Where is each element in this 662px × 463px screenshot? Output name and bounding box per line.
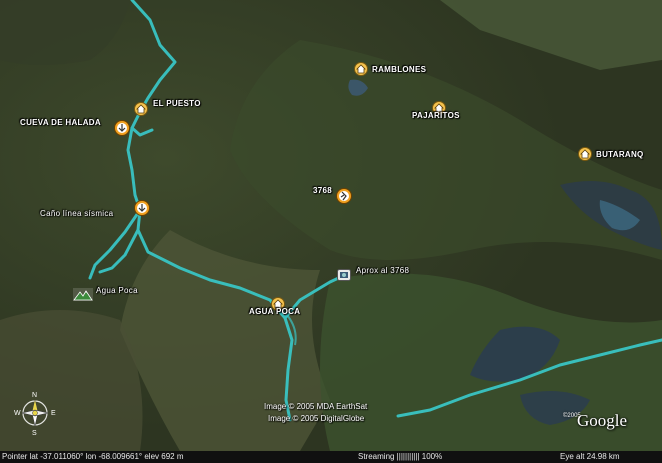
google-logo: Google [577,411,628,430]
place-label: CUEVA DE HALADA [20,118,101,127]
place-label: AGUA POCA [249,307,301,316]
house-icon[interactable] [134,102,148,116]
place-label: BUTARANQ [596,150,644,159]
place-label: 3768 [313,186,332,195]
hiker-icon[interactable] [336,188,352,204]
status-bar: Pointer lat -37.011060° lon -68.009661° … [0,451,662,463]
pointer-readout: Pointer lat -37.011060° lon -68.009661° … [2,452,184,461]
place-label: Aprox al 3768 [356,266,410,275]
house-icon[interactable] [354,62,368,76]
compass-icon[interactable]: N S E W [14,388,60,436]
arrow-down-circle-icon[interactable] [134,200,150,216]
arrow-down-circle-icon[interactable] [114,120,130,136]
compass-s: S [32,430,37,436]
place-label: Agua Poca [96,286,138,295]
compass-n: N [32,392,37,399]
place-label: PAJARITOS [412,111,460,120]
place-label: EL PUESTO [153,99,201,108]
camera-icon[interactable] [337,269,351,281]
compass-w: W [14,410,21,417]
mountain-icon[interactable] [73,288,93,301]
eye-altitude: Eye alt 24.98 km [560,452,620,461]
house-icon[interactable] [578,147,592,161]
streaming-status: Streaming ||||||||||| 100% [358,452,443,461]
copyright-digitalglobe: Image © 2005 DigitalGlobe [268,414,365,423]
place-label: Caño línea sísmica [40,209,114,218]
compass-e: E [51,410,56,417]
copyright-mda: Image © 2005 MDA EarthSat [264,402,368,411]
map-viewport[interactable]: RAMBLONES EL PUESTO PAJARITOS BUTARANQ C… [0,0,662,463]
satellite-terrain[interactable] [0,0,662,451]
place-label: RAMBLONES [372,65,427,74]
